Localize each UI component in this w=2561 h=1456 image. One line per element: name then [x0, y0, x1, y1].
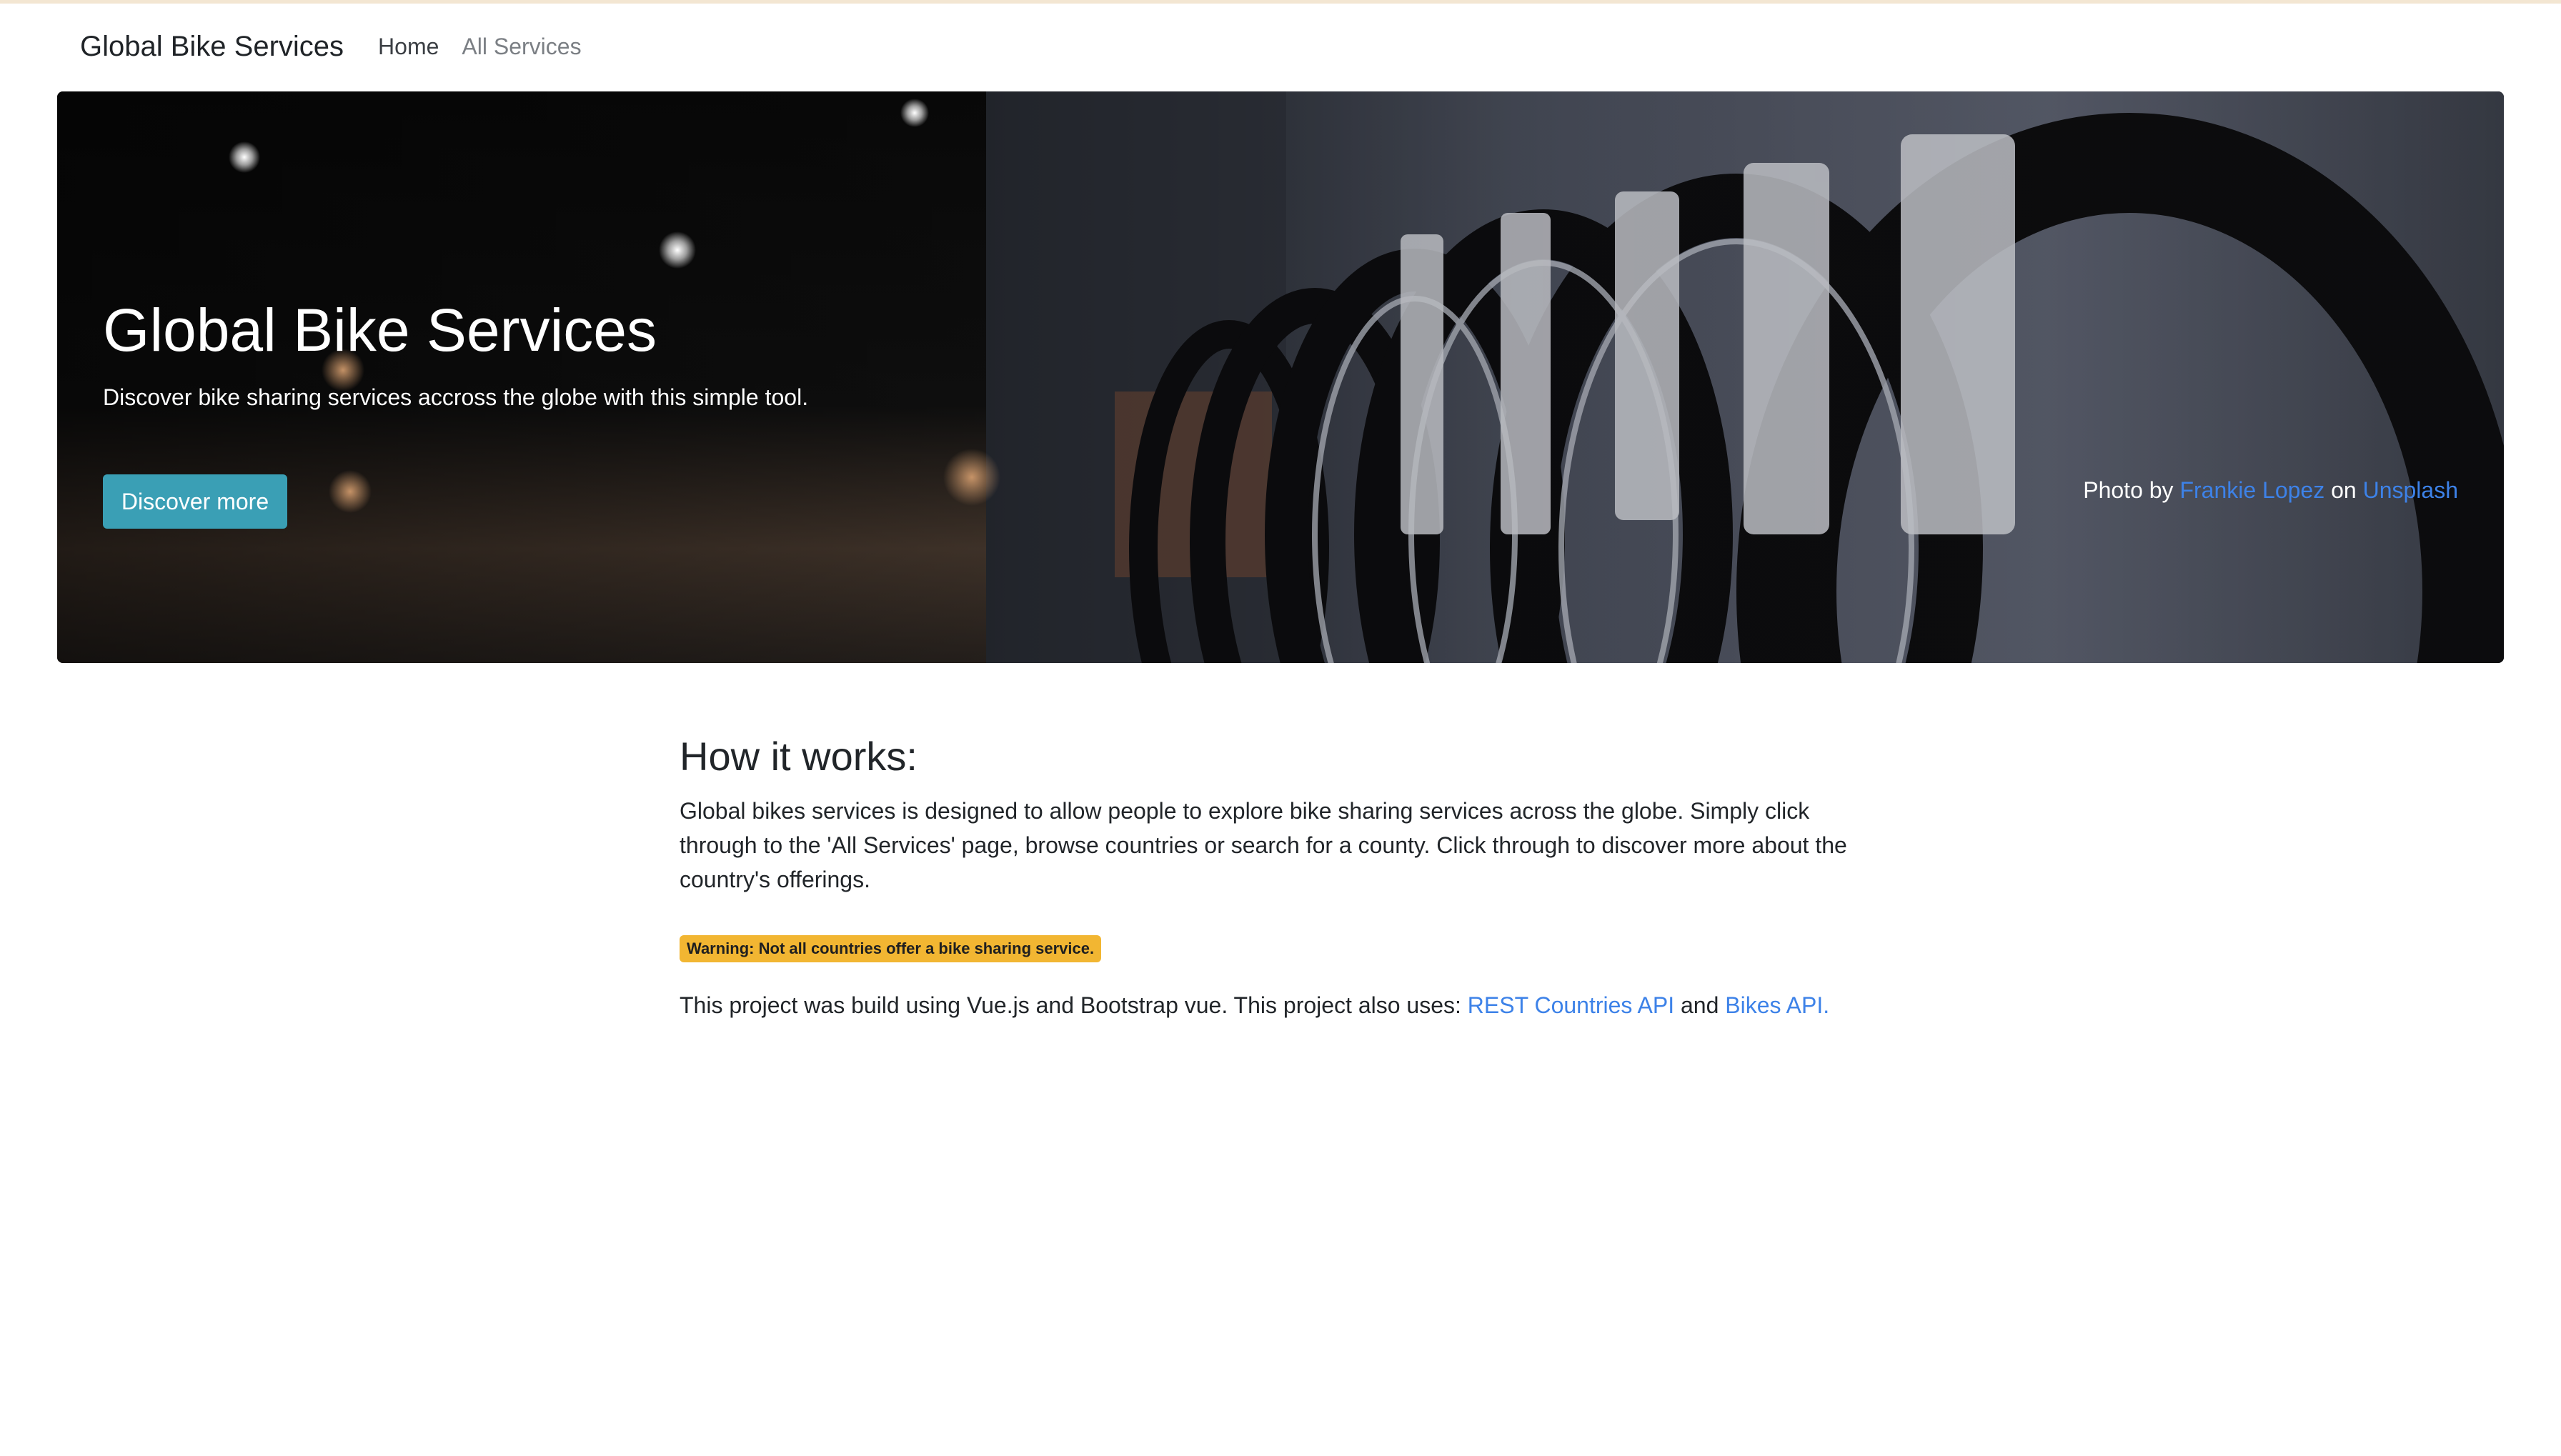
hero-title: Global Bike Services — [103, 296, 657, 364]
navbar: Global Bike Services Home All Services — [0, 4, 2561, 89]
photographer-link[interactable]: Frankie Lopez — [2179, 477, 2324, 503]
nav-link-home[interactable]: Home — [378, 34, 439, 60]
hero-jumbotron: Global Bike Services Discover bike shari… — [57, 91, 2504, 663]
photo-credit-middle: on — [2331, 477, 2357, 503]
discover-more-button[interactable]: Discover more — [103, 474, 287, 529]
how-it-works-description: Global bikes services is designed to all… — [680, 798, 1847, 892]
project-credits: This project was build using Vue.js and … — [680, 992, 1894, 1019]
unsplash-link[interactable]: Unsplash — [2363, 477, 2458, 503]
warning-badge: Warning: Not all countries offer a bike … — [680, 935, 1102, 962]
how-it-works-heading: How it works: — [680, 734, 918, 779]
photo-credit: Photo by Frankie Lopez on Unsplash — [2083, 477, 2458, 504]
bikes-api-link[interactable]: Bikes API. — [1725, 992, 1829, 1018]
rest-countries-api-link[interactable]: REST Countries API — [1468, 992, 1674, 1018]
hero-background-photo — [57, 91, 2504, 663]
nav-link-all-services[interactable]: All Services — [462, 34, 581, 60]
photo-credit-prefix: Photo by — [2083, 477, 2174, 503]
hero-subtitle: Discover bike sharing services accross t… — [103, 384, 809, 410]
project-credits-text: This project was build using Vue.js and … — [680, 992, 1461, 1018]
project-credits-conjunction: and — [1681, 992, 1719, 1018]
navbar-brand[interactable]: Global Bike Services — [80, 31, 344, 63]
main-content: How it works: Global bikes services is d… — [680, 733, 1894, 1019]
